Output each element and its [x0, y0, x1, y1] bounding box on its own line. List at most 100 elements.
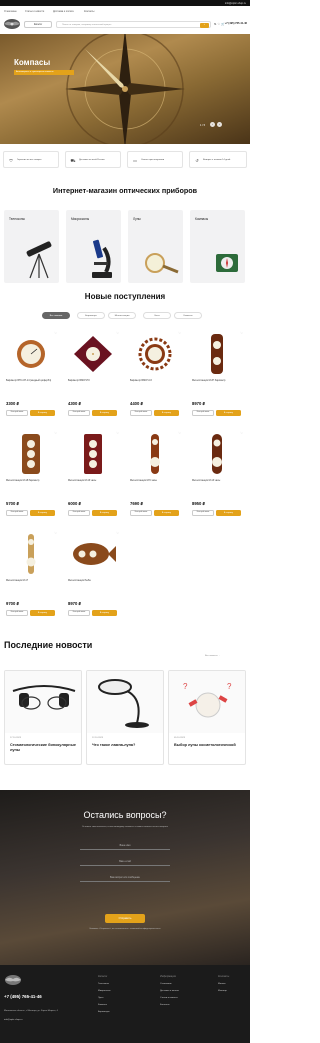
- footer-link[interactable]: Мытищи: [218, 990, 227, 992]
- product-card[interactable]: ♡ Метеостанция М-5 часы 7690 ₽ Быстрый з…: [127, 430, 183, 526]
- header-phone[interactable]: +7 (495) 765-41-46: [225, 22, 247, 25]
- product-card[interactable]: ♡ Барометр БМ07-СЗ 4400 ₽ Быстрый заказ …: [127, 330, 183, 426]
- heart-icon[interactable]: ♡: [178, 431, 181, 435]
- all-news-link[interactable]: Все новости →: [205, 655, 220, 657]
- tab-weather-stations[interactable]: Метеостанции: [108, 312, 136, 319]
- product-name[interactable]: Метеостанция М-18 барометр: [6, 479, 58, 482]
- heart-icon[interactable]: ♡: [54, 431, 57, 435]
- email-field[interactable]: Ваш e-mail: [80, 858, 170, 866]
- tab-all[interactable]: Все новинки: [42, 312, 70, 319]
- news-title[interactable]: Выбор лупы косметологической: [174, 743, 244, 748]
- footer-phone[interactable]: +7 (495) 765-41-46: [4, 994, 42, 999]
- add-to-cart-button[interactable]: В корзину: [30, 610, 55, 616]
- product-price: 9700 ₽: [6, 601, 20, 606]
- quick-order-button[interactable]: Быстрый заказ: [68, 410, 90, 416]
- top-email-link[interactable]: info@optic-shop.ru: [225, 2, 246, 5]
- add-to-cart-button[interactable]: В корзину: [216, 410, 241, 416]
- news-card[interactable]: ? ? 05.10.2023 Выбор лупы косметологичес…: [168, 670, 246, 765]
- product-name[interactable]: Барометр БТК-СН-14 (медный цифербл): [6, 379, 58, 382]
- footer-link[interactable]: Контакты: [160, 1004, 169, 1006]
- product-name[interactable]: Метеостанция М-17: [6, 579, 58, 582]
- product-name[interactable]: Метеостанция М-13 часы: [192, 479, 244, 482]
- category-card-magnifiers[interactable]: Лупы: [128, 210, 183, 283]
- tab-compasses[interactable]: Компасы: [174, 312, 202, 319]
- product-card[interactable]: ♡ Метеостанция М-ЗГ барометр 8970 ₽ Быст…: [189, 330, 245, 426]
- product-card[interactable]: ♡ Метеостанция М-17 9700 ₽ Быстрый заказ…: [3, 530, 59, 626]
- quick-order-button[interactable]: Быстрый заказ: [192, 510, 214, 516]
- product-name[interactable]: Метеостанция Рыба: [68, 579, 120, 582]
- product-name[interactable]: Метеостанция М-16 часы: [68, 479, 120, 482]
- footer-link[interactable]: Барометры: [98, 1011, 110, 1013]
- category-card-microscopes[interactable]: Микроскопы: [66, 210, 121, 283]
- news-card[interactable]: 17.10.2023 Стоматологические бинокулярны…: [4, 670, 82, 765]
- category-card-compasses[interactable]: Компасы: [190, 210, 245, 283]
- quick-order-button[interactable]: Быстрый заказ: [6, 410, 28, 416]
- product-card[interactable]: ♡ Метеостанция Рыба 8970 ₽ Быстрый заказ…: [65, 530, 121, 626]
- quick-order-button[interactable]: Быстрый заказ: [130, 410, 152, 416]
- add-to-cart-button[interactable]: В корзину: [30, 510, 55, 516]
- quick-order-button[interactable]: Быстрый заказ: [130, 510, 152, 516]
- footer-link[interactable]: Лупы: [98, 997, 103, 999]
- footer-link[interactable]: Микроскопы: [98, 990, 110, 992]
- product-card[interactable]: ♡ Метеостанция М-18 барометр 5700 ₽ Быст…: [3, 430, 59, 526]
- footer-email[interactable]: info@optic-shop.ru: [4, 1019, 22, 1021]
- product-card[interactable]: ♡ Метеостанция М-16 часы 6000 ₽ Быстрый …: [65, 430, 121, 526]
- product-card[interactable]: ♡ Барометр БТК-СН-14 (медный цифербл) 33…: [3, 330, 59, 426]
- heart-icon[interactable]: ♡: [240, 331, 243, 335]
- quick-order-button[interactable]: Быстрый заказ: [68, 610, 90, 616]
- footer-link[interactable]: Статьи и новости: [160, 997, 178, 999]
- heart-icon[interactable]: ♡: [54, 531, 57, 535]
- hero-next-arrow-icon[interactable]: ›: [217, 122, 222, 127]
- catalog-button[interactable]: Каталог: [24, 21, 52, 28]
- quick-order-button[interactable]: Быстрый заказ: [6, 610, 28, 616]
- heart-icon[interactable]: ♡: [116, 431, 119, 435]
- add-to-cart-button[interactable]: В корзину: [154, 510, 179, 516]
- message-field[interactable]: Ваш вопрос или сообщение: [80, 874, 170, 882]
- tab-clocks[interactable]: Часы: [143, 312, 171, 319]
- product-card[interactable]: ♡ Барометр БМ07-РЗ 4300 ₽ Быстрый заказ …: [65, 330, 121, 426]
- footer-link[interactable]: Москва: [218, 983, 225, 985]
- add-to-cart-button[interactable]: В корзину: [92, 410, 117, 416]
- tab-barometers[interactable]: Барометры: [77, 312, 105, 319]
- heart-icon[interactable]: ♡: [116, 531, 119, 535]
- product-name[interactable]: Барометр БМ07-СЗ: [130, 379, 182, 382]
- add-to-cart-button[interactable]: В корзину: [92, 510, 117, 516]
- search-input[interactable]: Поиск по товарам, например оптический пр…: [56, 21, 211, 28]
- category-card-telescopes[interactable]: Телескопы: [4, 210, 59, 283]
- add-to-cart-button[interactable]: В корзину: [154, 410, 179, 416]
- product-name[interactable]: Барометр БМ07-РЗ: [68, 379, 120, 382]
- footer-link[interactable]: Доставка и оплата: [160, 990, 179, 992]
- hero-prev-arrow-icon[interactable]: ‹: [210, 122, 215, 127]
- quick-order-button[interactable]: Быстрый заказ: [6, 510, 28, 516]
- nav-item-contacts[interactable]: Контакты: [84, 10, 94, 13]
- logo[interactable]: [3, 17, 21, 31]
- heart-icon[interactable]: ♡: [178, 331, 181, 335]
- hero-subtitle[interactable]: Антикварные и сувенирные компасы: [14, 70, 74, 75]
- heart-icon[interactable]: ♡: [54, 331, 57, 335]
- news-title[interactable]: Стоматологические бинокулярные лупы: [10, 743, 80, 752]
- add-to-cart-button[interactable]: В корзину: [30, 410, 55, 416]
- name-field[interactable]: Ваше имя: [80, 842, 170, 850]
- search-button[interactable]: ⌕: [200, 23, 209, 28]
- heart-icon[interactable]: ♡: [240, 431, 243, 435]
- product-name[interactable]: Метеостанция М-ЗГ барометр: [192, 379, 244, 382]
- nav-item-delivery[interactable]: Доставка и оплата: [53, 10, 74, 13]
- footer-link[interactable]: О магазине: [160, 983, 172, 985]
- send-button[interactable]: Отправить: [105, 914, 145, 923]
- nav-item-about[interactable]: О магазине: [4, 10, 17, 13]
- product-card[interactable]: ♡ Метеостанция М-13 часы 8950 ₽ Быстрый …: [189, 430, 245, 526]
- footer-link[interactable]: Компасы: [98, 1004, 107, 1006]
- quick-order-button[interactable]: Быстрый заказ: [68, 510, 90, 516]
- add-to-cart-button[interactable]: В корзину: [92, 610, 117, 616]
- footer-link[interactable]: Телескопы: [98, 983, 109, 985]
- quick-order-button[interactable]: Быстрый заказ: [192, 410, 214, 416]
- product-image: [74, 336, 112, 372]
- news-card[interactable]: 12.10.2023 Что такое лампа-лупа?: [86, 670, 164, 765]
- add-to-cart-button[interactable]: В корзину: [216, 510, 241, 516]
- product-name[interactable]: Метеостанция М-5 часы: [130, 479, 182, 482]
- heart-icon[interactable]: ♡: [116, 331, 119, 335]
- news-title[interactable]: Что такое лампа-лупа?: [92, 743, 162, 748]
- footer-logo[interactable]: [4, 973, 22, 987]
- nav-item-news[interactable]: Статьи и новости: [25, 10, 44, 13]
- category-label: Компасы: [195, 217, 209, 221]
